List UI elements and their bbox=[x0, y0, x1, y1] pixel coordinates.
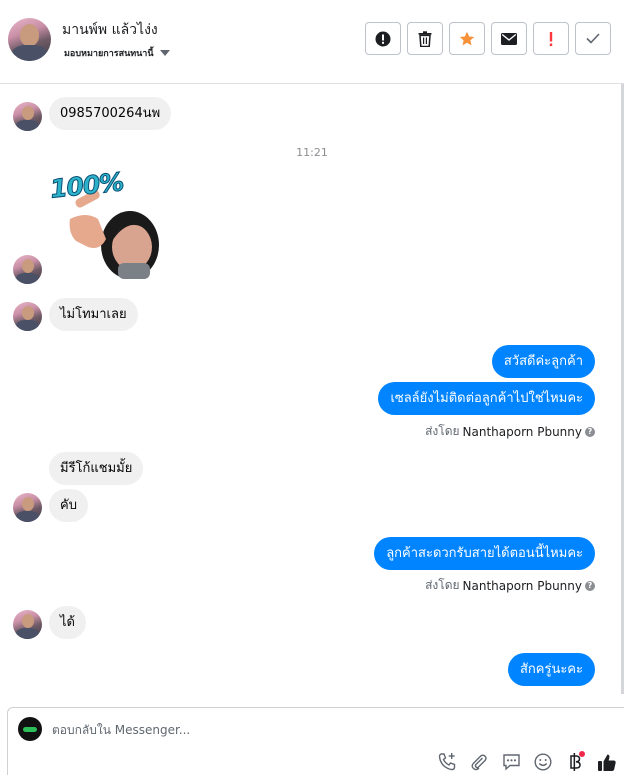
contact-name[interactable]: มานพ์พ แล้วไง่ง bbox=[62, 19, 158, 41]
mark-spam-button[interactable] bbox=[365, 22, 401, 55]
sent-by-prefix: ส่งโดย bbox=[425, 578, 460, 592]
saved-replies-button[interactable] bbox=[500, 751, 522, 773]
emoji-button[interactable] bbox=[532, 751, 554, 773]
envelope-icon bbox=[501, 32, 517, 45]
check-icon bbox=[586, 33, 600, 44]
thumbs-up-icon bbox=[598, 754, 616, 771]
incoming-message[interactable]: 0985700264นพ bbox=[49, 97, 172, 130]
sent-by-label: ส่งโดย Nanthaporn Pbunny ? bbox=[425, 422, 595, 441]
customer-avatar bbox=[13, 102, 42, 131]
paperclip-icon bbox=[471, 754, 487, 771]
contact-avatar[interactable] bbox=[8, 18, 51, 61]
reply-composer bbox=[7, 707, 624, 775]
sent-by-agent-name[interactable]: Nanthaporn Pbunny bbox=[463, 425, 582, 439]
payment-request-button[interactable] bbox=[564, 751, 586, 773]
sent-by-label: ส่งโดย Nanthaporn Pbunny ? bbox=[425, 576, 595, 595]
incoming-message[interactable]: มีรีโก้แชมมั้ย bbox=[49, 452, 144, 485]
incoming-message[interactable]: ไม่โทมาเลย bbox=[49, 298, 138, 331]
composer-actions bbox=[436, 751, 618, 773]
exclamation-icon bbox=[549, 31, 553, 46]
help-question-icon[interactable]: ? bbox=[585, 580, 595, 591]
customer-avatar bbox=[13, 610, 42, 639]
trash-icon bbox=[418, 30, 432, 47]
assign-conversation-dropdown[interactable]: มอบหมายการสนทนานี้ bbox=[64, 46, 170, 60]
caret-down-icon bbox=[159, 50, 170, 56]
mark-done-button[interactable] bbox=[575, 22, 611, 55]
follow-up-button[interactable] bbox=[533, 22, 569, 55]
outgoing-message[interactable]: ลูกค้าสะดวกรับสายได้ตอนนี้ไหมคะ bbox=[374, 537, 595, 570]
call-button[interactable] bbox=[436, 751, 458, 773]
help-question-icon[interactable]: ? bbox=[585, 426, 595, 437]
incoming-message[interactable]: ได้ bbox=[49, 606, 86, 639]
delete-conversation-button[interactable] bbox=[407, 22, 443, 55]
message-timestamp: 11:21 bbox=[296, 146, 328, 159]
outgoing-message[interactable]: สักครู่นะคะ bbox=[507, 653, 595, 686]
conversation-toolbar bbox=[365, 22, 611, 55]
customer-avatar bbox=[13, 493, 42, 522]
incoming-message[interactable]: คับ bbox=[49, 489, 88, 522]
star-conversation-button[interactable] bbox=[449, 22, 485, 55]
page-avatar bbox=[18, 717, 42, 741]
send-like-button[interactable] bbox=[596, 751, 618, 773]
phone-plus-icon bbox=[438, 753, 456, 771]
message-thread[interactable]: 0985700264นพ 11:21 100% ไม่โทมาเลย สวัสด… bbox=[0, 84, 624, 706]
star-icon bbox=[459, 31, 475, 45]
saved-replies-icon bbox=[502, 754, 520, 771]
attach-file-button[interactable] bbox=[468, 751, 490, 773]
notification-dot bbox=[579, 751, 585, 757]
emoji-icon bbox=[534, 753, 552, 771]
assign-label: มอบหมายการสนทนานี้ bbox=[64, 49, 154, 59]
outgoing-message[interactable]: สวัสดีค่ะลูกค้า bbox=[491, 345, 595, 378]
sticker-100-percent[interactable]: 100% bbox=[48, 167, 160, 279]
conversation-header: มานพ์พ แล้วไง่ง มอบหมายการสนทนานี้ bbox=[0, 0, 624, 84]
sent-by-agent-name[interactable]: Nanthaporn Pbunny bbox=[463, 579, 582, 593]
outgoing-message[interactable]: เซลล์ยังไม่ติดต่อลูกค้าไปใช่ไหมคะ bbox=[378, 382, 595, 415]
sent-by-prefix: ส่งโดย bbox=[425, 424, 460, 438]
mark-unread-button[interactable] bbox=[491, 22, 527, 55]
reply-input[interactable] bbox=[52, 723, 452, 737]
customer-avatar bbox=[13, 255, 42, 284]
customer-avatar bbox=[13, 302, 42, 331]
exclamation-circle-icon bbox=[375, 31, 391, 46]
